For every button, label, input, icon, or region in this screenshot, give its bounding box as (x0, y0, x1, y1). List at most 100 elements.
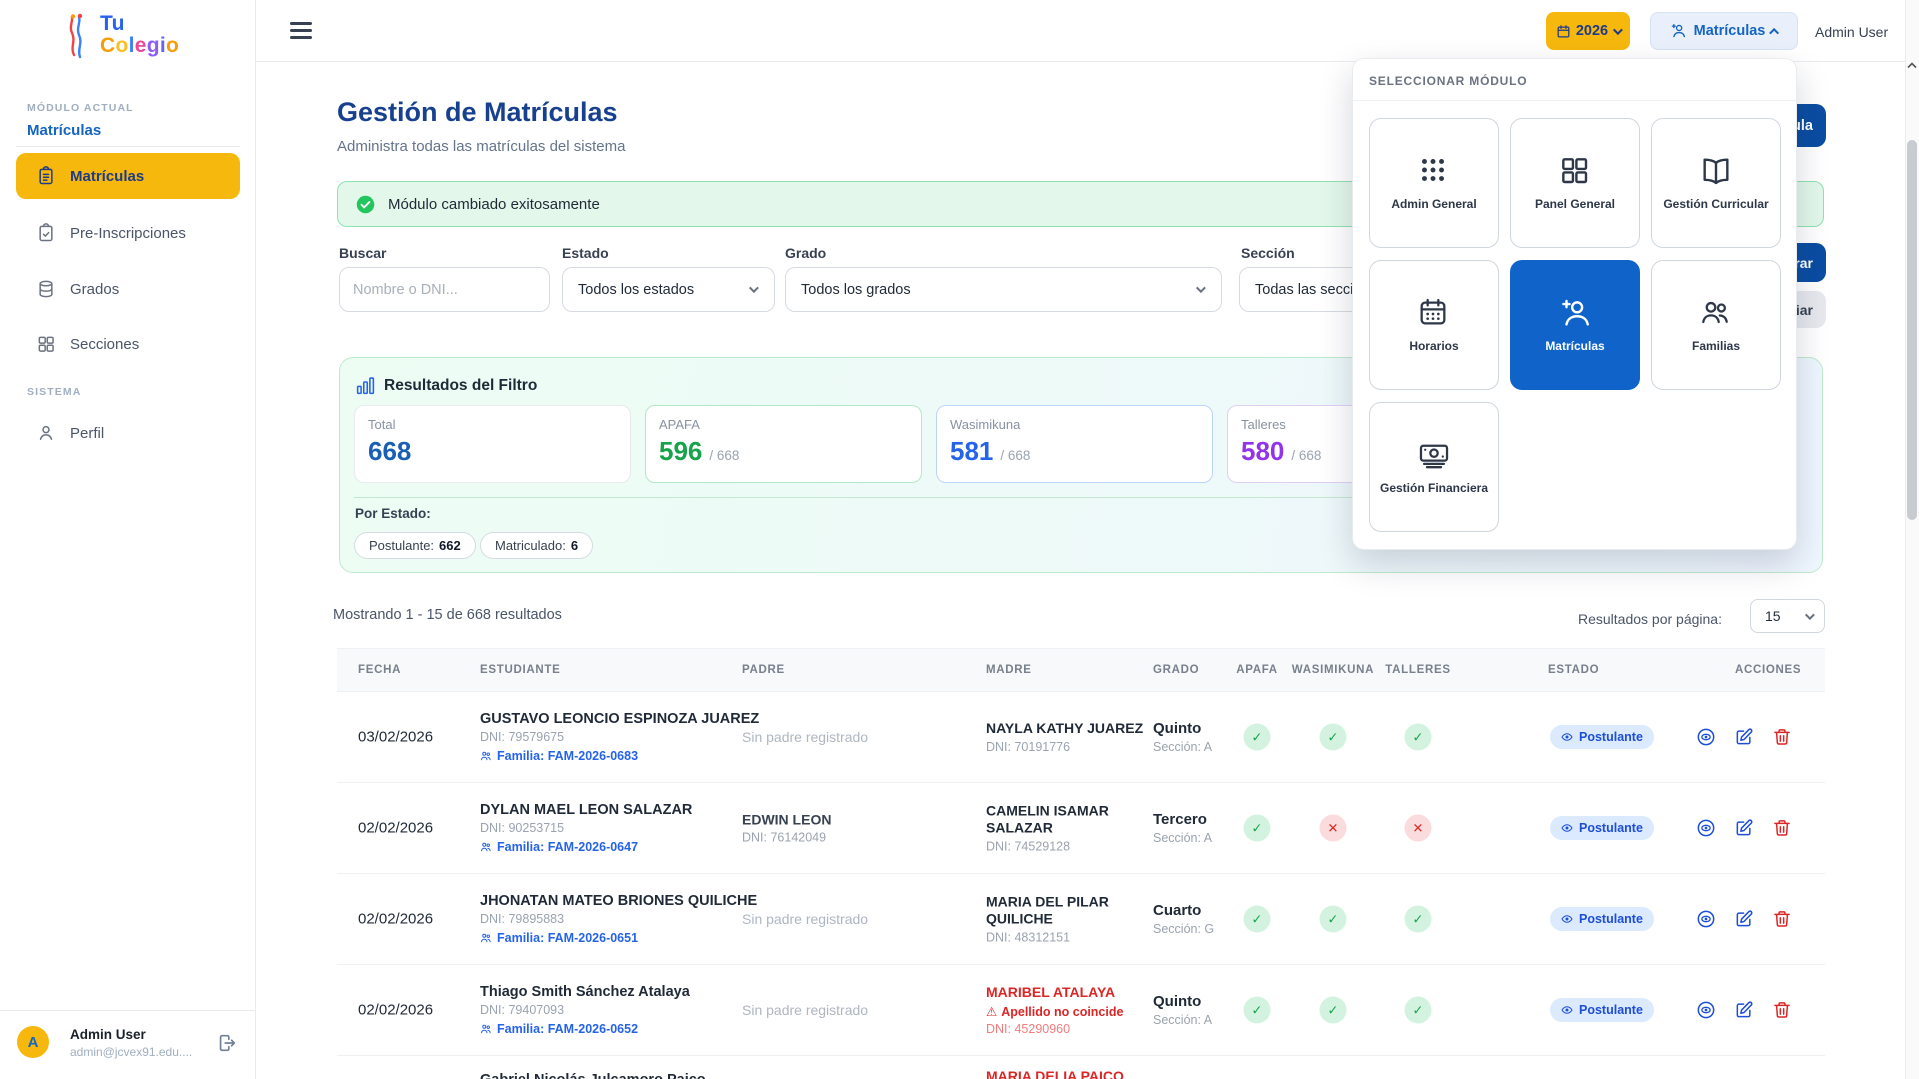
logout-icon[interactable] (216, 1032, 238, 1054)
eye-icon (1561, 822, 1573, 834)
wasimikuna-status-icon: ✓ (1320, 724, 1347, 751)
stat-label: Total (368, 417, 617, 432)
sidebar-item-grados[interactable]: Grados (16, 266, 240, 312)
module-selector-dropdown: SELECCIONAR MÓDULO Admin General Panel G… (1352, 58, 1797, 550)
view-action-icon[interactable] (1696, 727, 1716, 747)
chevron-down-icon (1196, 283, 1206, 293)
column-header-estudiante: ESTUDIANTE (480, 664, 560, 676)
person-plus-icon (1669, 22, 1687, 40)
per-page-value: 15 (1751, 608, 1805, 624)
family-icon (480, 750, 492, 762)
father-cell: EDWIN LEONDNI: 76142049 (742, 812, 907, 845)
module-card-icon (1558, 296, 1592, 330)
column-header-padre: PADRE (742, 664, 785, 676)
status-badge-label: Postulante (1579, 730, 1643, 744)
edit-action-icon[interactable] (1734, 1000, 1754, 1020)
student-name: DYLAN MAEL LEON SALAZAR (480, 802, 732, 818)
mother-cell: MARIA DEL PILAR QUILICHE DNI: 48312151 (986, 894, 1146, 945)
module-card-matr-culas[interactable]: Matrículas (1510, 260, 1640, 390)
mother-name: MARIA DEL PILAR QUILICHE (986, 894, 1146, 928)
module-dropdown-divider (1353, 100, 1798, 101)
success-check-icon (355, 194, 376, 215)
sidebar-item-label: Grados (70, 281, 119, 298)
per-page-select[interactable]: 15 (1750, 599, 1825, 633)
grado-select-value: Todos los grados (786, 282, 1196, 298)
view-action-icon[interactable] (1696, 909, 1716, 929)
apafa-status-icon: ✓ (1244, 724, 1271, 751)
chevron-down-icon (749, 283, 759, 293)
scrollbar-up-arrow[interactable] (1907, 62, 1917, 69)
stat-value: 596 (659, 436, 702, 467)
sidebar-item-icon (36, 166, 56, 186)
status-badge: Postulante (1550, 998, 1654, 1022)
talleres-status-icon: ✓ (1405, 724, 1432, 751)
delete-action-icon[interactable] (1772, 727, 1792, 747)
module-card-label: Admin General (1383, 197, 1484, 212)
sidebar-item-secciones[interactable]: Secciones (16, 321, 240, 367)
calendar-icon (1556, 24, 1571, 39)
search-input[interactable] (339, 267, 550, 312)
sidebar-item-icon (36, 279, 56, 299)
edit-action-icon[interactable] (1734, 909, 1754, 929)
module-card-gesti-n-financiera[interactable]: Gestión Financiera (1369, 402, 1499, 532)
module-card-horarios[interactable]: Horarios (1369, 260, 1499, 390)
chevron-down-icon (1805, 610, 1815, 620)
chip-label: Matriculado: (495, 538, 566, 553)
estado-select-value: Todos los estados (563, 282, 749, 298)
grade-section: Sección: G (1153, 922, 1214, 936)
filter-results-title: Resultados del Filtro (384, 377, 537, 395)
scrollbar-thumb[interactable] (1907, 140, 1917, 520)
father-dni: DNI: 76142049 (742, 831, 907, 845)
mother-dni: DNI: 74529128 (986, 840, 1146, 854)
sidebar-user-name: Admin User (70, 1027, 146, 1042)
module-card-familias[interactable]: Familias (1651, 260, 1781, 390)
student-dni: DNI: 90253715 (480, 821, 732, 835)
module-card-admin-general[interactable]: Admin General (1369, 118, 1499, 248)
sidebar-item-label: Pre-Inscripciones (70, 225, 186, 242)
warning-icon: ⚠ (986, 1004, 997, 1019)
sidebar-item-label: Perfil (70, 425, 104, 442)
mother-cell: CAMELIN ISAMAR SALAZAR DNI: 74529128 (986, 803, 1146, 854)
delete-action-icon[interactable] (1772, 818, 1792, 838)
grado-select[interactable]: Todos los grados (785, 267, 1222, 312)
module-card-panel-general[interactable]: Panel General (1510, 118, 1640, 248)
sidebar-item-label: Secciones (70, 336, 139, 353)
sidebar-item-pre-inscripciones[interactable]: Pre-Inscripciones (16, 210, 240, 256)
wasimikuna-status-icon: ✕ (1320, 815, 1347, 842)
module-card-gesti-n-curricular[interactable]: Gestión Curricular (1651, 118, 1781, 248)
view-action-icon[interactable] (1696, 818, 1716, 838)
delete-action-icon[interactable] (1772, 909, 1792, 929)
grade-section: Sección: A (1153, 740, 1212, 754)
status-badge-label: Postulante (1579, 912, 1643, 926)
hamburger-menu-icon[interactable] (290, 22, 312, 43)
family-link[interactable]: Familia: FAM-2026-0651 (480, 931, 732, 945)
edit-action-icon[interactable] (1734, 727, 1754, 747)
estado-select[interactable]: Todos los estados (562, 267, 775, 312)
sidebar-item-perfil[interactable]: Perfil (16, 410, 240, 456)
edit-action-icon[interactable] (1734, 818, 1754, 838)
year-selector-button[interactable]: 2026 (1546, 12, 1630, 50)
mother-dni: DNI: 45290960 (986, 1022, 1146, 1036)
column-header-estado: ESTADO (1548, 664, 1599, 676)
success-alert-text: Módulo cambiado exitosamente (388, 196, 600, 213)
enrollment-date: 02/02/2026 (358, 911, 433, 928)
family-link[interactable]: Familia: FAM-2026-0683 (480, 749, 732, 763)
column-header-wasimikuna: WASIMIKUNA (1292, 664, 1374, 676)
por-estado-label: Por Estado: (355, 506, 431, 521)
column-header-talleres: TALLERES (1385, 664, 1450, 676)
sidebar-item-matr-culas[interactable]: Matrículas (16, 153, 240, 199)
mother-name: NAYLA KATHY JUAREZ (986, 720, 1146, 737)
table-row: 02/02/2026 Thiago Smith Sánchez Atalaya … (337, 965, 1825, 1056)
delete-action-icon[interactable] (1772, 1000, 1792, 1020)
module-selector-button[interactable]: Matrículas (1650, 12, 1798, 50)
sidebar-item-label: Matrículas (70, 168, 144, 185)
view-action-icon[interactable] (1696, 1000, 1716, 1020)
mother-name: MARIA DELIA PAICO (986, 1068, 1124, 1079)
estado-filter-label: Estado (562, 245, 609, 261)
family-link[interactable]: Familia: FAM-2026-0652 (480, 1022, 732, 1036)
module-card-label: Familias (1684, 339, 1748, 354)
family-link[interactable]: Familia: FAM-2026-0647 (480, 840, 732, 854)
eye-icon (1561, 1004, 1573, 1016)
family-icon (480, 841, 492, 853)
mother-name: CAMELIN ISAMAR SALAZAR (986, 803, 1146, 837)
